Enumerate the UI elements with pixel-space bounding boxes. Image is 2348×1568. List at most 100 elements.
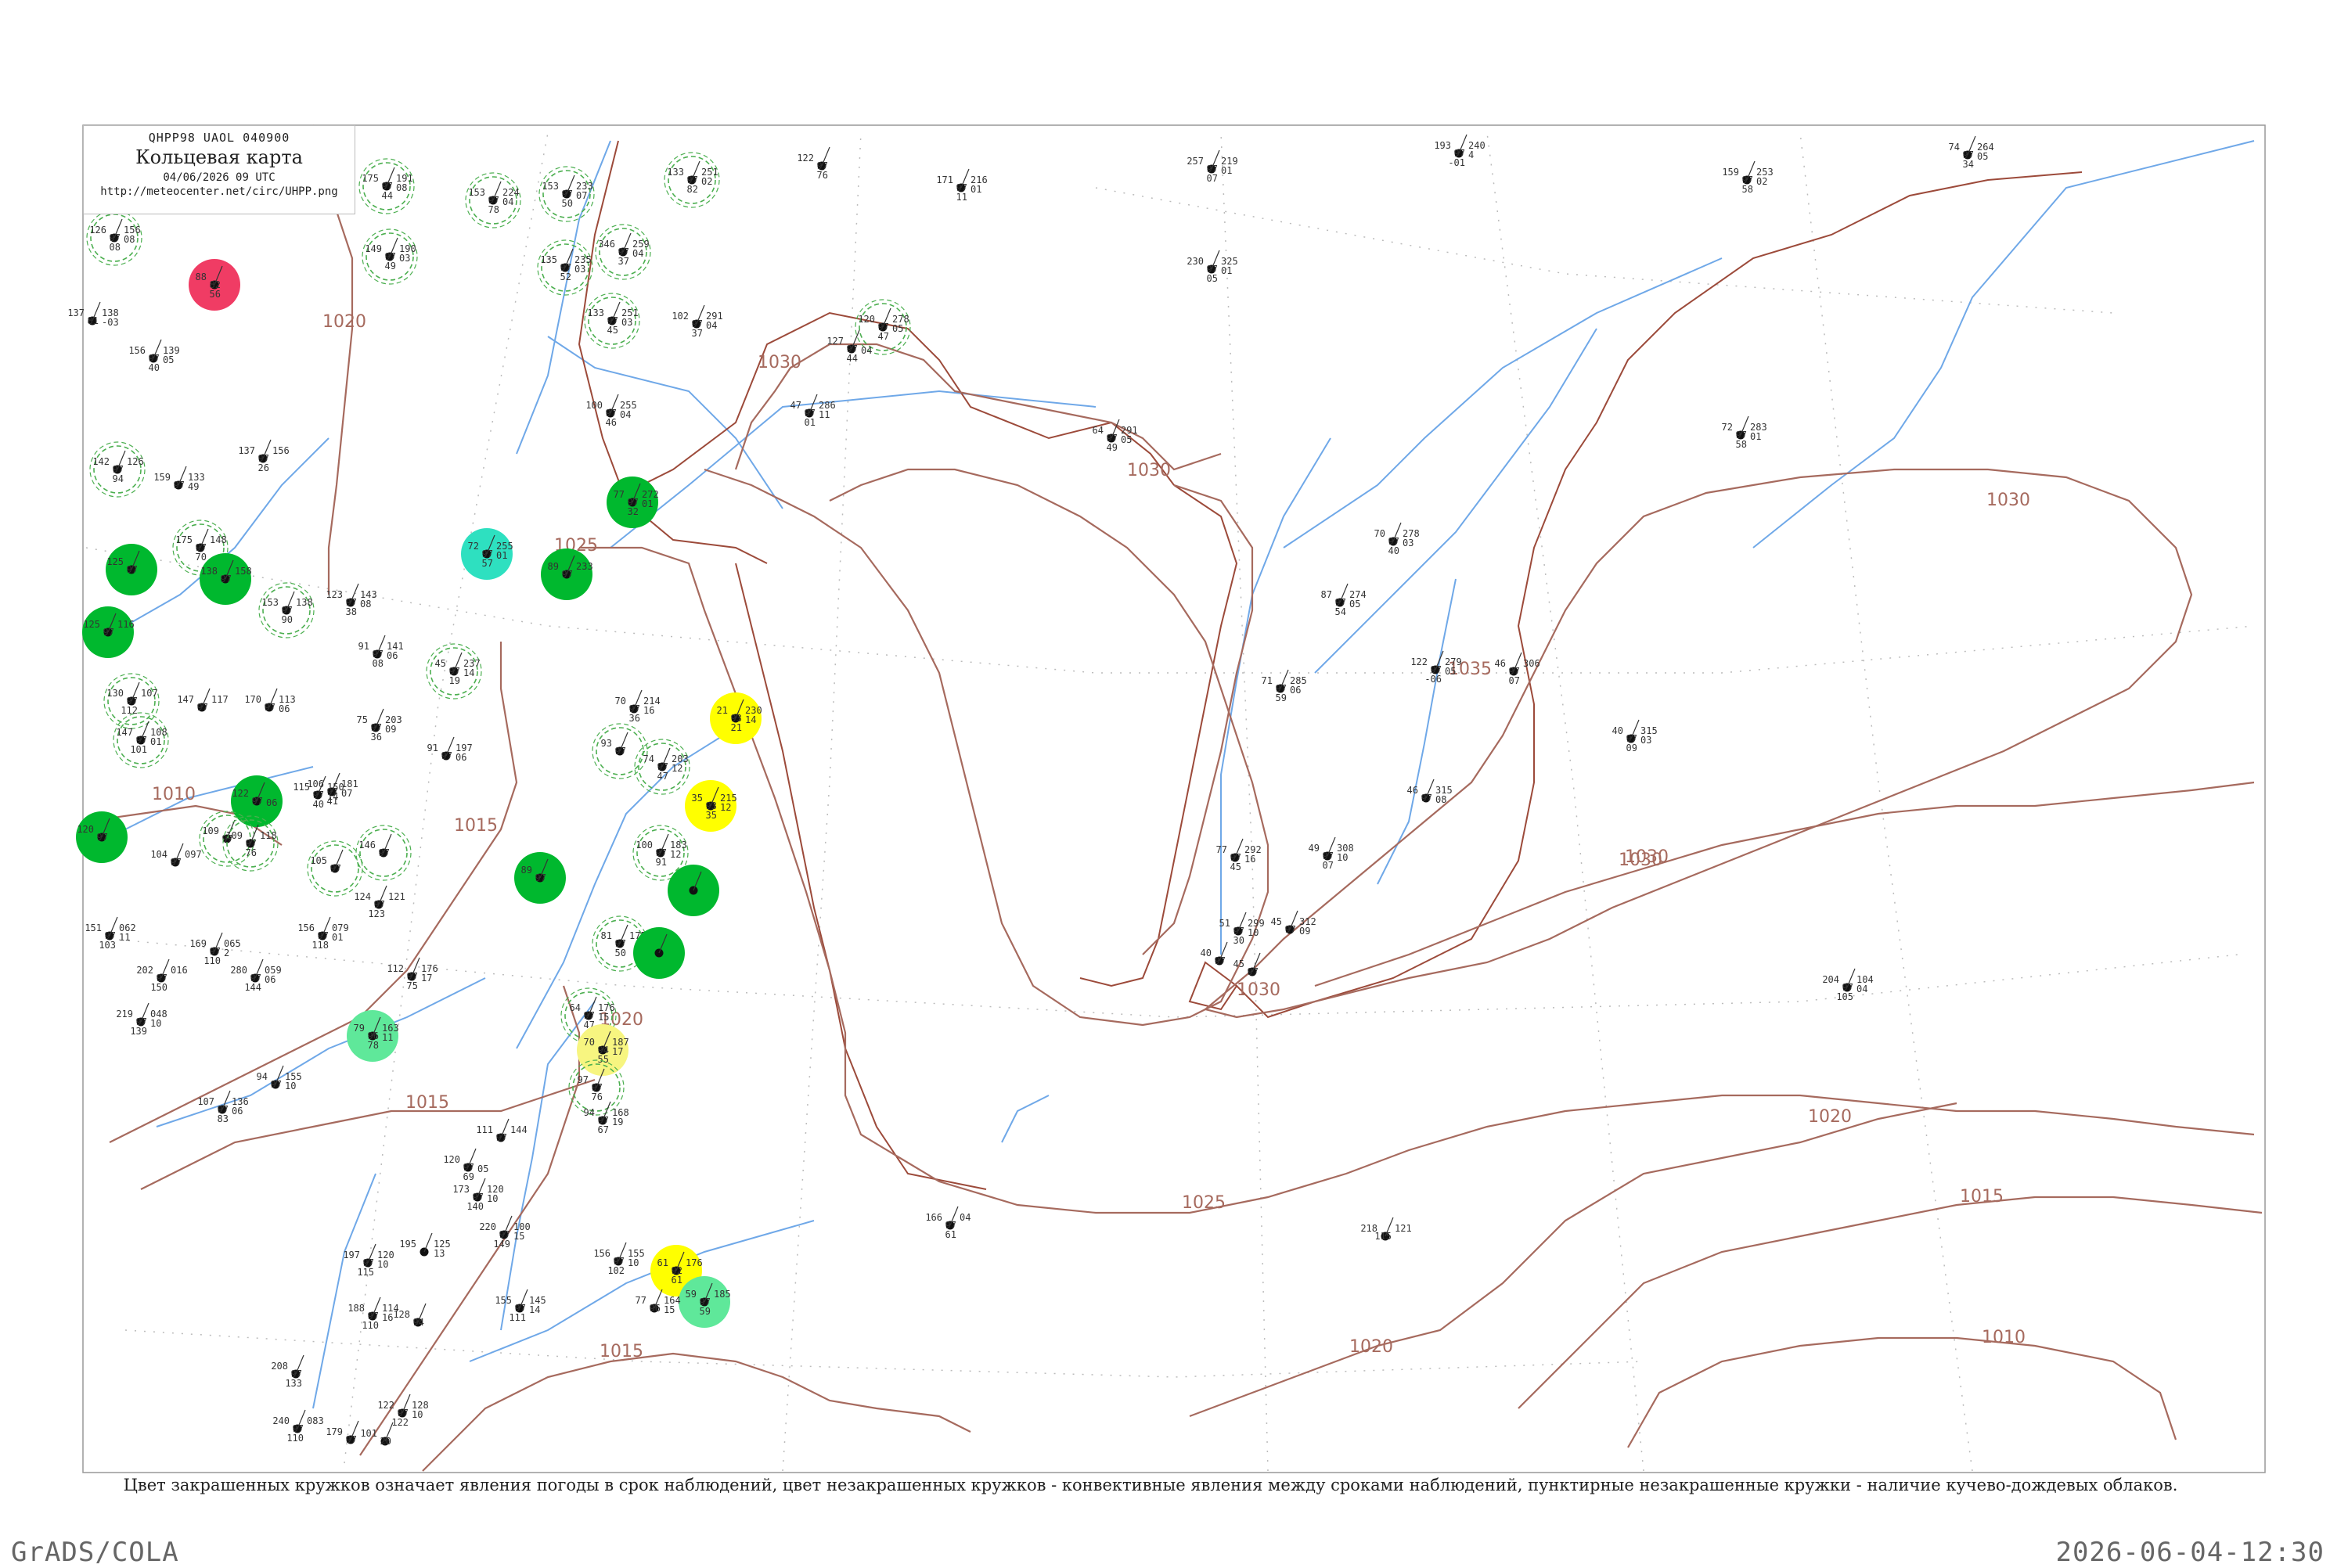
station-value: 06 [456,752,466,763]
station-value: 45 [1233,958,1244,969]
station-value: 133 [285,1378,302,1389]
station-value: 01 [1221,165,1232,176]
station-value: 15 [664,1304,675,1315]
station-value: 78 [488,204,499,215]
station-value: 79 [354,1023,365,1034]
station-value: 06 [279,703,290,714]
station-value: 06 [1290,685,1301,696]
station-value: 04 [861,345,872,356]
station-model: 12297 06 [231,775,283,827]
graticule [85,132,2255,1472]
station-value: 01 [150,736,161,747]
station-value: 44 [847,353,858,364]
station-value: 11 [382,1032,393,1043]
station-value: 07 [1323,860,1334,871]
station-model: 159975825302 [1722,160,1774,195]
station-model: 71975928506 [1262,669,1307,703]
station-value: 117 [211,694,229,705]
station-value: 122 [232,788,249,799]
station-value: 166 [925,1212,942,1223]
station-value: 08 [396,182,407,193]
station-value: 10 [285,1081,296,1091]
station-value: 04 [960,1212,971,1223]
station-value: 146 [358,840,376,851]
station-value: 04 [632,248,643,259]
station-value: 40 [313,799,324,810]
station-value: 07 [341,788,352,799]
station-value: 91 [427,743,438,753]
station-value: 115 [1374,1231,1392,1242]
station-model: 77973227201 [607,477,659,528]
footer-software: GrADS/COLA [11,1537,179,1568]
station-model: 195 12513 [399,1232,451,1259]
station-value: 123 [326,589,343,600]
station-value: 90 [282,614,293,625]
station-value: 45 [1271,916,1282,927]
isobar-label: 1020 [1808,1107,1852,1127]
station-value: 185 [714,1289,731,1300]
station-value: 02 [1756,176,1767,187]
station-value: 159 [153,472,171,483]
station-value: 10 [412,1409,423,1420]
station-model: 218115121 [1360,1217,1412,1242]
station-value: 09 [1299,926,1310,937]
station-value: 88 [196,272,207,282]
station-value: 05 [1349,599,1360,610]
station-value: 08 [124,234,135,245]
station-value: 110 [286,1433,304,1444]
station-value: 110 [203,955,221,966]
isobar-labels: 1020 1030 1025 1030 1030 1030 1030 1010 … [152,312,2030,1361]
station-value: 12 [672,763,682,774]
station-value: 03 [399,253,410,264]
station-value: 49 [1107,442,1118,453]
station-model: 1569711807901 [297,916,349,951]
station-value: 158 [235,566,252,577]
station-value: 116 [117,619,135,630]
station-value: 97 [1285,924,1296,935]
station-value: 140 [466,1201,484,1212]
station-value: 03 [1403,538,1413,548]
station-value: 81 [88,315,99,326]
station-model: 123973814308 [326,583,377,617]
station-model: 257970721901 [1187,149,1238,184]
station-model: 70974027803 [1374,522,1420,556]
station-value: 97 [1215,955,1226,966]
isobar-label: 1010 [1982,1328,2026,1347]
isobar-label: 1030 [1127,461,1171,480]
station-value: 05 [892,323,903,334]
station-model [633,927,685,979]
station-value: 58 [1736,439,1747,450]
station-value: 133 [587,307,604,318]
station-model: 153977822404 [465,172,521,228]
station-model: 24097110083 [272,1409,324,1444]
station-value: 56 [210,289,221,300]
isobar-1020-se [1189,1102,1957,1418]
station-model: 346973725904 [595,224,651,280]
station-value: 156 [272,445,290,456]
station-value: 102 [672,311,689,322]
station-value: 01 [642,498,653,509]
station-model: 8997 [514,852,566,904]
station-value: 4 [1468,149,1474,160]
station-value: 08 [360,599,371,610]
station-value: 78 [368,1040,379,1051]
station-value: 179 [326,1426,343,1437]
station-value: 151 [85,922,102,933]
station-model: 13781138-03 [67,301,119,328]
station-model: 126970815608 [86,210,142,266]
station-model: 45971923714 [426,643,482,699]
station-model: 175974419108 [358,158,415,214]
station-model: 72975828301 [1722,415,1767,450]
station-model: 51973029910 [1219,912,1265,946]
station-value: 097 [185,849,202,860]
station-value: 75 [407,980,418,991]
bulletin-code: QHPP98 UAOL 040900 [148,131,290,145]
isobar-1020-east [1314,781,2255,987]
station-value: 101 [360,1428,377,1439]
station-value: 16 [382,1312,393,1323]
station-value: 130 [106,688,124,699]
station-value: 109 [202,825,219,836]
station-model: 12097 [76,811,128,863]
station-value: 01 [1750,431,1761,442]
station-model: 127974404 [826,329,872,364]
